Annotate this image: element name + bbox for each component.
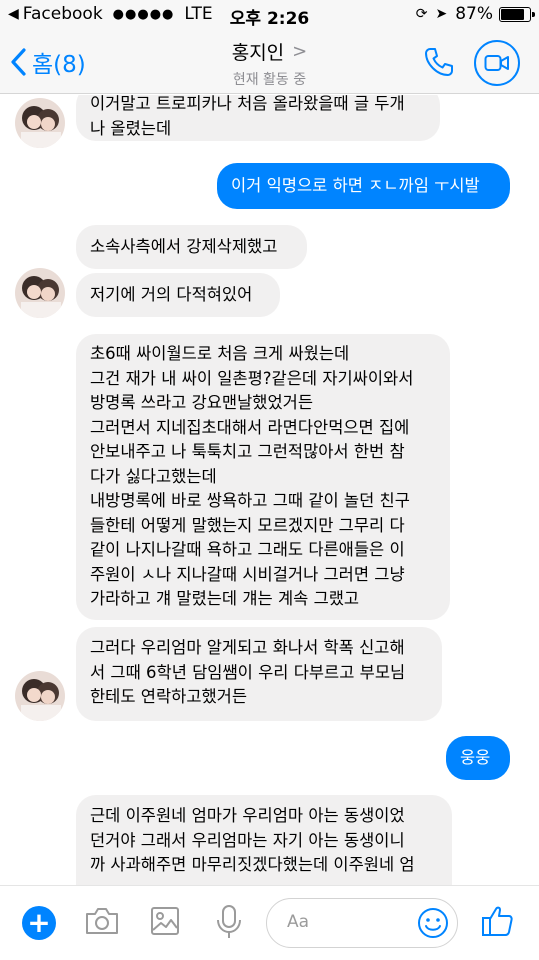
- message-input-placeholder: Aa: [287, 912, 310, 932]
- back-button-label[interactable]: 홈(8): [32, 45, 86, 79]
- avatar-photo: [15, 268, 65, 318]
- thumbs-up-icon: [482, 906, 513, 936]
- contact-avatar[interactable]: [15, 671, 65, 721]
- emoji-icon: [418, 908, 448, 938]
- contact-avatar[interactable]: [15, 268, 65, 318]
- voice-message-button[interactable]: [215, 904, 243, 944]
- image-icon: [151, 907, 179, 935]
- phone-icon: [425, 48, 453, 76]
- contact-title[interactable]: 홍지인 > 현재 활동 중: [150, 38, 389, 89]
- message-input[interactable]: Aa: [266, 898, 458, 948]
- chevron-left-icon: [11, 48, 26, 76]
- message-bubble-incoming[interactable]: 소속사측에서 강제삭제했고: [76, 225, 307, 269]
- battery-percent: 87%: [455, 4, 493, 24]
- video-icon: [484, 55, 509, 71]
- plus-icon: +: [27, 906, 51, 939]
- chevron-right-icon: >: [292, 41, 308, 62]
- message-bubble-incoming[interactable]: 이거말고 트로피카나 처음 올라왔을때 글 두개 나 올렸는데: [76, 95, 440, 141]
- active-status: 현재 활동 중: [232, 72, 307, 88]
- contact-avatar[interactable]: [15, 98, 65, 148]
- status-bar: ◀ Facebook ●●●●● LTE 오후 2:26 ⟳ ➤ 87%: [0, 0, 539, 30]
- conversation-header: 홈(8) 홍지인 > 현재 활동 중: [0, 30, 539, 94]
- gallery-button[interactable]: [150, 905, 180, 941]
- back-button[interactable]: 홈(8): [10, 42, 86, 82]
- avatar-photo: [15, 671, 65, 721]
- camera-icon: [86, 908, 118, 934]
- message-bubble-incoming[interactable]: 저기에 거의 다적혀있어: [76, 273, 280, 317]
- rotation-lock-icon: ⟳: [415, 6, 428, 22]
- emoji-button[interactable]: [417, 907, 449, 939]
- microphone-icon: [217, 905, 241, 938]
- message-bubble-outgoing[interactable]: 웅웅: [446, 736, 510, 780]
- message-bubble-incoming[interactable]: 그러다 우리엄마 알게되고 화나서 학폭 신고해 서 그때 6학년 담임쌤이 우…: [76, 627, 442, 721]
- status-right: ⟳ ➤ 87%: [415, 4, 535, 24]
- contact-name[interactable]: 홍지인: [232, 38, 284, 65]
- message-bubble-incoming[interactable]: 초6때 싸이월드로 처음 크게 싸웠는데 그건 재가 내 싸이 일촌평?같은데 …: [76, 334, 450, 620]
- camera-button[interactable]: [84, 906, 120, 940]
- battery-level: [501, 8, 524, 20]
- avatar-photo: [15, 98, 65, 148]
- message-bubble-incoming[interactable]: 근데 이주원네 엄마가 우리엄마 아는 동생이었 던거야 그래서 우리엄마는 자…: [76, 795, 452, 885]
- battery-icon: [499, 6, 535, 22]
- composer-bar: + Aa: [0, 885, 539, 960]
- location-icon: ➤: [435, 6, 448, 22]
- more-actions-button[interactable]: +: [22, 906, 56, 940]
- like-button[interactable]: [481, 904, 515, 942]
- video-call-button[interactable]: [474, 40, 520, 86]
- voice-call-button[interactable]: [421, 44, 457, 80]
- message-thread[interactable]: 이거말고 트로피카나 처음 올라왔을때 글 두개 나 올렸는데 이거 익명으로 …: [0, 95, 539, 885]
- message-bubble-outgoing[interactable]: 이거 익명으로 하면 ㅈㄴ까임 ㅜ시발: [217, 163, 510, 209]
